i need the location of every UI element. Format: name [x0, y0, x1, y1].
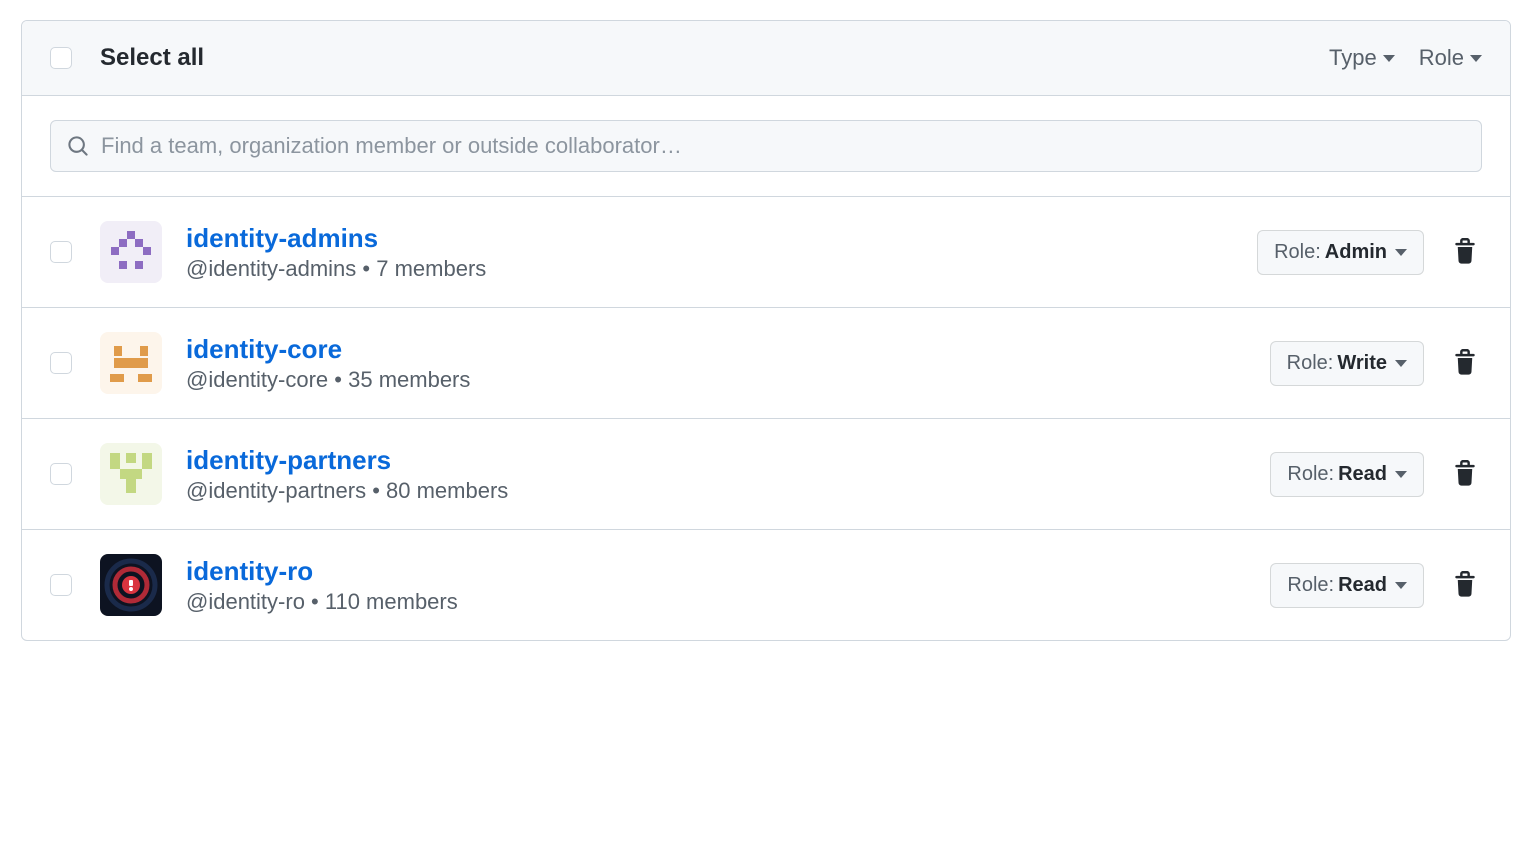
caret-down-icon: [1395, 249, 1407, 256]
team-meta: @identity-ro • 110 members: [186, 589, 1270, 615]
team-name-link[interactable]: identity-partners: [186, 445, 391, 476]
team-members: 35 members: [348, 367, 470, 392]
team-handle: @identity-partners: [186, 478, 366, 503]
caret-down-icon: [1383, 55, 1395, 62]
team-handle: @identity-admins: [186, 256, 356, 281]
type-filter-button[interactable]: Type: [1329, 41, 1395, 75]
delete-button[interactable]: [1448, 567, 1482, 604]
team-avatar: [100, 332, 162, 394]
role-prefix: Role:: [1274, 241, 1321, 264]
role-filter-label: Role: [1419, 45, 1464, 71]
role-dropdown-button[interactable]: Role:Write: [1270, 341, 1424, 386]
role-value: Read: [1338, 463, 1387, 486]
delete-button[interactable]: [1448, 234, 1482, 271]
row-checkbox[interactable]: [50, 241, 72, 263]
team-list: identity-admins@identity-admins • 7 memb…: [22, 197, 1510, 640]
team-avatar: [100, 443, 162, 505]
team-name-link[interactable]: identity-core: [186, 334, 342, 365]
team-avatar: [100, 221, 162, 283]
team-handle: @identity-ro: [186, 589, 305, 614]
caret-down-icon: [1395, 582, 1407, 589]
access-panel: Select all Type Role identity-admins@ide…: [21, 20, 1511, 641]
row-checkbox[interactable]: [50, 574, 72, 596]
select-all-label: Select all: [100, 44, 1305, 72]
delete-button[interactable]: [1448, 456, 1482, 493]
role-prefix: Role:: [1287, 352, 1334, 375]
role-prefix: Role:: [1287, 574, 1334, 597]
search-row: [22, 96, 1510, 197]
caret-down-icon: [1395, 471, 1407, 478]
search-icon: [67, 135, 89, 157]
team-info: identity-core@identity-core • 35 members: [186, 334, 1270, 393]
panel-header: Select all Type Role: [22, 21, 1510, 96]
select-all-checkbox[interactable]: [50, 47, 72, 69]
search-box: [50, 120, 1482, 172]
team-members: 110 members: [325, 589, 458, 614]
team-row: identity-core@identity-core • 35 members…: [22, 308, 1510, 419]
team-avatar: [100, 554, 162, 616]
team-meta: @identity-admins • 7 members: [186, 256, 1257, 282]
trash-icon: [1452, 460, 1478, 489]
team-meta: @identity-core • 35 members: [186, 367, 1270, 393]
role-prefix: Role:: [1287, 463, 1334, 486]
team-row: identity-admins@identity-admins • 7 memb…: [22, 197, 1510, 308]
team-name-link[interactable]: identity-admins: [186, 223, 378, 254]
team-members: 80 members: [386, 478, 508, 503]
trash-icon: [1452, 349, 1478, 378]
team-name-link[interactable]: identity-ro: [186, 556, 313, 587]
role-value: Write: [1337, 352, 1387, 375]
row-checkbox[interactable]: [50, 463, 72, 485]
team-handle: @identity-core: [186, 367, 328, 392]
caret-down-icon: [1395, 360, 1407, 367]
role-dropdown-button[interactable]: Role:Admin: [1257, 230, 1424, 275]
trash-icon: [1452, 238, 1478, 267]
role-dropdown-button[interactable]: Role:Read: [1270, 563, 1424, 608]
role-dropdown-button[interactable]: Role:Read: [1270, 452, 1424, 497]
trash-icon: [1452, 571, 1478, 600]
search-input[interactable]: [101, 133, 1465, 159]
team-info: identity-partners@identity-partners • 80…: [186, 445, 1270, 504]
delete-button[interactable]: [1448, 345, 1482, 382]
team-meta: @identity-partners • 80 members: [186, 478, 1270, 504]
row-checkbox[interactable]: [50, 352, 72, 374]
team-info: identity-ro@identity-ro • 110 members: [186, 556, 1270, 615]
team-members: 7 members: [376, 256, 486, 281]
role-value: Admin: [1325, 241, 1387, 264]
team-row: identity-partners@identity-partners • 80…: [22, 419, 1510, 530]
team-row: identity-ro@identity-ro • 110 membersRol…: [22, 530, 1510, 640]
caret-down-icon: [1470, 55, 1482, 62]
type-filter-label: Type: [1329, 45, 1377, 71]
team-info: identity-admins@identity-admins • 7 memb…: [186, 223, 1257, 282]
role-value: Read: [1338, 574, 1387, 597]
role-filter-button[interactable]: Role: [1419, 41, 1482, 75]
